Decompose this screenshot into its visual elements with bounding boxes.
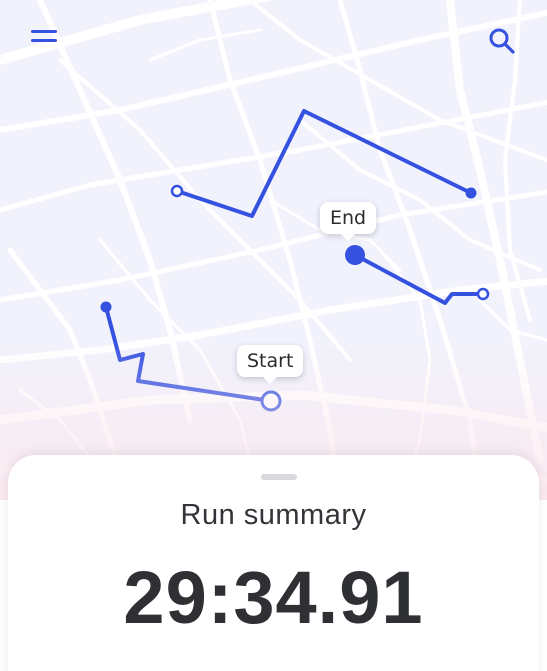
end-label: End (320, 202, 377, 241)
end-marker (345, 245, 365, 265)
route-waypoint (476, 287, 490, 301)
search-icon (489, 28, 515, 54)
start-label: Start (237, 345, 304, 384)
start-marker (260, 390, 282, 412)
bottom-sheet: Run summary 29:34.91 (8, 455, 539, 671)
route-waypoint (170, 184, 184, 198)
sheet-title: Run summary (180, 499, 367, 531)
run-summary-screen: End Start Run summary 29:34.91 (0, 0, 547, 671)
search-button[interactable] (488, 27, 528, 67)
route-waypoint (465, 187, 477, 199)
route-waypoint (100, 301, 112, 313)
map-canvas (0, 0, 547, 500)
drag-handle[interactable] (261, 474, 297, 480)
street-network (0, 0, 547, 500)
route-map[interactable]: End Start (0, 0, 547, 500)
street (148, 28, 262, 62)
menu-button[interactable] (30, 27, 70, 67)
run-time: 29:34.91 (123, 556, 424, 639)
hamburger-menu-icon (31, 30, 57, 42)
